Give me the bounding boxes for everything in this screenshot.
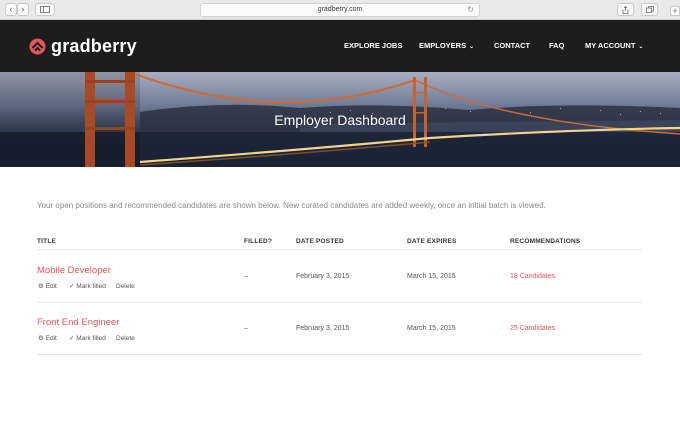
brand-name: gradberry [51,36,137,56]
edit-button[interactable]: ⚙ Edit [38,283,57,291]
date-posted: February 3, 2015 [296,325,350,332]
column-header-date-expires: DATE EXPIRES [407,238,457,245]
candidates-link[interactable]: 18 Candidates [510,272,555,281]
date-expires: March 15, 2015 [407,325,456,332]
candidates-link[interactable]: 25 Candidates [510,324,555,333]
divider [37,354,642,355]
date-posted: February 3, 2015 [296,273,350,280]
delete-button[interactable]: Delete [116,335,135,343]
date-expires: March 15, 2015 [407,273,456,280]
site-header: gradberry EXPLORE JOBS EMPLOYERS ⌄ CONTAC… [0,20,680,72]
brand-logo[interactable]: gradberry [29,36,137,56]
job-title-link[interactable]: Mobile Developer [37,265,111,277]
gradberry-logo-icon [29,38,46,54]
edit-icon: ⚙ [38,335,44,342]
nav-contact[interactable]: CONTACT [494,41,530,51]
edit-icon: ⚙ [38,283,44,290]
edit-button[interactable]: ⚙ Edit [38,335,57,343]
column-header-recommendations: RECOMMENDATIONS [510,238,581,245]
mark-filled-button[interactable]: ✓ Mark filled [69,335,106,343]
page-title: Employer Dashboard [274,112,406,128]
share-button[interactable] [617,3,634,16]
divider [37,249,642,250]
share-icon [622,5,629,14]
browser-toolbar: ‹ › gradberry.com ↻ + [0,0,680,20]
filled-status: – [244,325,248,332]
intro-text: Your open positions and recommended cand… [37,201,546,210]
reload-icon[interactable]: ↻ [467,4,474,16]
chevron-down-icon: ⌄ [469,44,475,50]
hero-banner: Employer Dashboard [0,72,680,167]
nav-faq[interactable]: FAQ [549,41,564,51]
address-bar[interactable]: gradberry.com ↻ [200,3,480,17]
tabs-button[interactable] [641,3,658,16]
column-header-filled: FILLED? [244,238,273,245]
nav-explore-jobs[interactable]: EXPLORE JOBS [344,41,402,51]
check-icon: ✓ [69,335,75,342]
url-text: gradberry.com [317,6,363,13]
delete-button[interactable]: Delete [116,283,135,291]
forward-button[interactable]: › [17,3,29,16]
chevron-down-icon: ⌄ [638,44,644,50]
nav-employers[interactable]: EMPLOYERS ⌄ [419,41,474,52]
nav-my-account[interactable]: MY ACCOUNT ⌄ [585,41,643,52]
check-icon: ✓ [69,283,75,290]
tabs-icon [645,6,654,13]
back-button[interactable]: ‹ [5,3,17,16]
column-header-title: TITLE [37,238,57,245]
sidebar-icon [40,6,50,13]
job-title-link[interactable]: Front End Engineer [37,317,119,329]
divider [37,302,642,303]
column-header-date-posted: DATE POSTED [296,238,344,245]
new-tab-button[interactable]: + [670,6,680,16]
mark-filled-button[interactable]: ✓ Mark filled [69,283,106,291]
filled-status: – [244,273,248,280]
sidebar-toggle-button[interactable] [35,3,55,16]
